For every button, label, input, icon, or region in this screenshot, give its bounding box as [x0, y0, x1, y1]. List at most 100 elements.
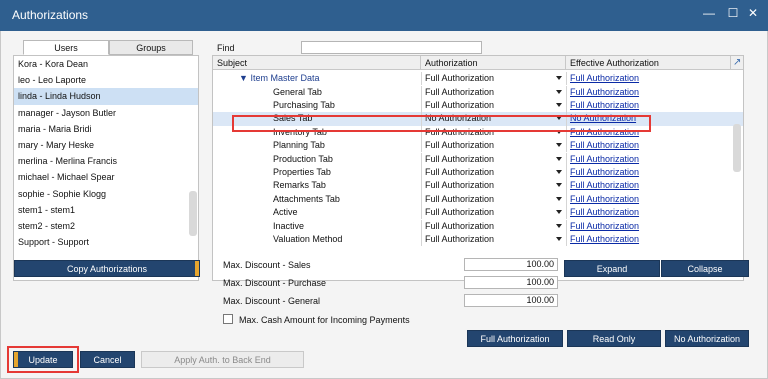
row-authorization[interactable]: Full Authorization [421, 179, 566, 193]
dropdown-arrow-icon[interactable] [556, 210, 562, 215]
group-authorization[interactable]: Full Authorization [421, 72, 566, 86]
grid-group-row[interactable]: ▼ Item Master Data Full Authorization Fu… [213, 72, 743, 86]
tab-groups[interactable]: Groups [109, 40, 193, 55]
row-effective-authorization[interactable]: Full Authorization [566, 192, 731, 207]
title-bar: Authorizations — ☐ ✕ [0, 0, 768, 31]
dropdown-arrow-icon[interactable] [556, 223, 562, 228]
grid-row[interactable]: Active Full Authorization Full Authorizati… [213, 206, 743, 220]
grid-row[interactable]: Production Tab Full Authorization Full Aut… [213, 152, 743, 166]
dropdown-arrow-icon[interactable] [556, 143, 562, 148]
full-authorization-button[interactable]: Full Authorization [467, 330, 563, 347]
row-subject: Planning Tab [273, 140, 325, 151]
authorization-grid[interactable]: Subject Authorization Effective Authoriz… [212, 55, 744, 281]
find-label: Find [217, 43, 235, 53]
user-list-item[interactable]: stem1 - stem1 [14, 202, 198, 218]
user-list-item[interactable]: leo - Leo Laporte [14, 72, 198, 88]
user-list-item[interactable]: mary - Mary Heske [14, 137, 198, 153]
dropdown-arrow-icon[interactable] [556, 236, 562, 241]
row-subject: Remarks Tab [273, 180, 326, 191]
discount-label: Max. Discount - Purchase [223, 278, 327, 288]
dropdown-arrow-icon[interactable] [556, 89, 562, 94]
grid-row[interactable]: Inactive Full Authorization Full Authoriza… [213, 219, 743, 233]
expand-grid-icon[interactable]: ↗ [733, 57, 741, 68]
close-icon[interactable]: ✕ [746, 6, 760, 20]
window-title: Authorizations [12, 8, 89, 22]
apply-auth-to-back-end-button[interactable]: Apply Auth. to Back End [141, 351, 304, 368]
group-effective-authorization[interactable]: Full Authorization [566, 72, 731, 86]
no-authorization-button[interactable]: No Authorization [665, 330, 749, 347]
row-effective-authorization[interactable]: Full Authorization [566, 206, 731, 220]
cash-amount-checkbox[interactable] [223, 314, 233, 324]
row-effective-authorization[interactable]: Full Authorization [566, 179, 731, 193]
grid-row[interactable]: Properties Tab Full Authorization Full Aut… [213, 165, 743, 180]
row-effective-authorization[interactable]: Full Authorization [566, 152, 731, 166]
grid-header: Subject Authorization Effective Authoriz… [213, 56, 743, 70]
row-authorization[interactable]: Full Authorization [421, 139, 566, 153]
user-list-item[interactable]: merlina - Merlina Francis [14, 153, 198, 169]
row-effective-authorization[interactable]: Full Authorization [566, 85, 731, 99]
update-button[interactable]: Update [13, 351, 73, 368]
user-list-item[interactable]: stem2 - stem2 [14, 218, 198, 234]
row-authorization[interactable]: Full Authorization [421, 165, 566, 180]
user-list[interactable]: Kora - Kora Dean leo - Leo Laporte linda -… [13, 55, 199, 281]
row-authorization[interactable]: Full Authorization [421, 219, 566, 233]
dropdown-arrow-icon[interactable] [556, 76, 562, 80]
grid-scrollbar[interactable] [733, 124, 741, 172]
minimize-icon[interactable]: — [702, 6, 716, 20]
dropdown-arrow-icon[interactable] [556, 102, 562, 107]
discount-input[interactable]: 100.00 [464, 276, 558, 289]
header-authorization[interactable]: Authorization [421, 56, 566, 70]
row-authorization[interactable]: Full Authorization [421, 232, 566, 247]
row-effective-authorization[interactable]: Full Authorization [566, 98, 731, 113]
cash-amount-label: Max. Cash Amount for Incoming Payments [239, 315, 410, 325]
collapse-arrow-icon[interactable]: ▼ [239, 73, 248, 83]
collapse-button[interactable]: Collapse [661, 260, 749, 277]
dropdown-arrow-icon[interactable] [556, 183, 562, 188]
row-subject: Purchasing Tab [273, 99, 335, 110]
row-authorization[interactable]: Full Authorization [421, 192, 566, 207]
row-authorization[interactable]: Full Authorization [421, 85, 566, 99]
row-subject: Properties Tab [273, 166, 331, 177]
grid-row[interactable]: Valuation Method Full Authorization Full A… [213, 232, 743, 247]
row-effective-authorization[interactable]: Full Authorization [566, 219, 731, 233]
header-effective-authorization[interactable]: Effective Authorization [566, 56, 731, 70]
row-subject: Inactive [273, 220, 305, 231]
row-authorization[interactable]: Full Authorization [421, 98, 566, 113]
user-list-item[interactable]: michael - Michael Spear [14, 169, 198, 185]
cancel-button[interactable]: Cancel [80, 351, 135, 368]
user-list-item[interactable]: linda - Linda Hudson [14, 88, 198, 105]
user-list-item[interactable]: maria - Maria Bridi [14, 121, 198, 137]
user-list-item[interactable]: Support - Support [14, 234, 198, 250]
row-subject: Active [273, 207, 298, 218]
discount-input[interactable]: 100.00 [464, 294, 558, 307]
user-list-scrollbar[interactable] [189, 191, 197, 236]
user-list-item[interactable]: manager - Jayson Butler [14, 105, 198, 121]
highlight-sales-tab [232, 115, 651, 132]
copy-authorizations-button[interactable]: Copy Authorizations [14, 260, 200, 277]
dropdown-arrow-icon[interactable] [556, 169, 562, 174]
row-effective-authorization[interactable]: Full Authorization [566, 139, 731, 153]
find-input[interactable] [301, 41, 482, 54]
user-list-item[interactable]: sophie - Sophie Klogg [14, 186, 198, 202]
grid-row[interactable]: Planning Tab Full Authorization Full Autho… [213, 139, 743, 153]
tab-users[interactable]: Users [23, 40, 109, 55]
header-subject[interactable]: Subject [213, 56, 421, 70]
row-effective-authorization[interactable]: Full Authorization [566, 165, 731, 180]
grid-row[interactable]: General Tab Full Authorization Full Author… [213, 85, 743, 99]
row-subject: Production Tab [273, 153, 333, 164]
row-authorization[interactable]: Full Authorization [421, 152, 566, 166]
read-only-button[interactable]: Read Only [567, 330, 661, 347]
discount-input[interactable]: 100.00 [464, 258, 558, 271]
dropdown-arrow-icon[interactable] [556, 196, 562, 201]
row-authorization[interactable]: Full Authorization [421, 206, 566, 220]
expand-button[interactable]: Expand [564, 260, 660, 277]
grid-row[interactable]: Purchasing Tab Full Authorization Full Aut… [213, 98, 743, 113]
row-subject: Attachments Tab [273, 193, 340, 204]
row-effective-authorization[interactable]: Full Authorization [566, 232, 731, 247]
maximize-icon[interactable]: ☐ [726, 6, 740, 20]
grid-row[interactable]: Attachments Tab Full Authorization Full Au… [213, 192, 743, 207]
grid-row[interactable]: Remarks Tab Full Authorization Full Author… [213, 179, 743, 193]
group-subject: ▼ Item Master Data [239, 73, 320, 83]
user-list-item[interactable]: Kora - Kora Dean [14, 56, 198, 72]
dropdown-arrow-icon[interactable] [556, 156, 562, 161]
